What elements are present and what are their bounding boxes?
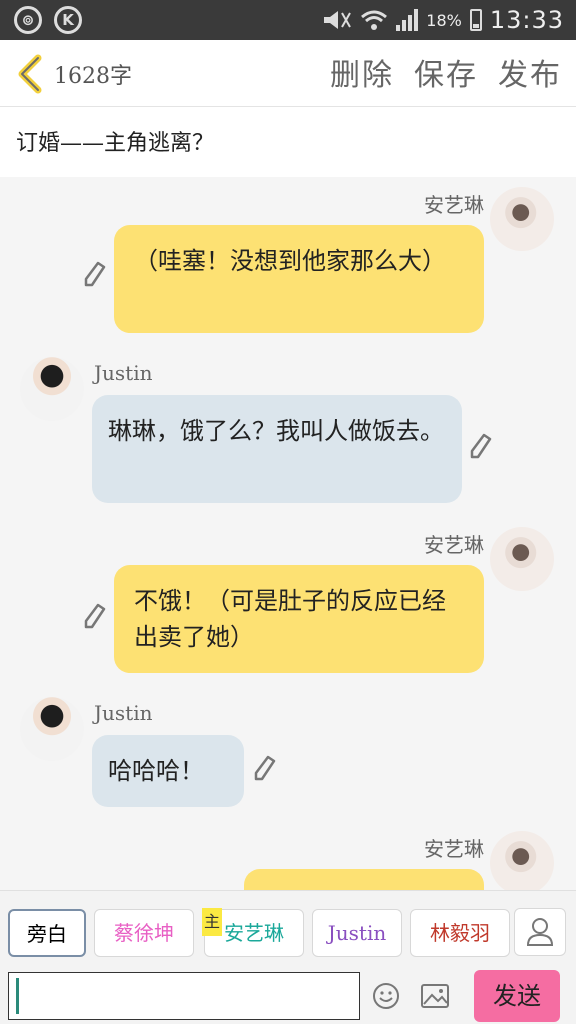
message-input[interactable]: [8, 972, 360, 1020]
text-caret: [16, 978, 19, 1014]
edit-pencil-icon[interactable]: [84, 603, 106, 629]
main-character-tag: 主: [202, 908, 222, 936]
save-button[interactable]: 保存: [414, 50, 478, 94]
speaker-name: Justin: [94, 361, 153, 385]
role-linyiyu[interactable]: 林毅羽: [410, 909, 510, 957]
avatar-anyilin[interactable]: [490, 527, 554, 591]
message-bubble[interactable]: （哇塞！没想到他家那么大）: [114, 225, 484, 333]
k-icon: K: [54, 6, 82, 34]
edit-pencil-icon[interactable]: [254, 755, 276, 781]
delete-button[interactable]: 删除: [330, 50, 394, 94]
compose-bar: 发送: [0, 970, 576, 1024]
message-bubble[interactable]: [244, 869, 484, 890]
message-bubble[interactable]: 不饿！（可是肚子的反应已经出卖了她）: [114, 565, 484, 673]
role-narrator[interactable]: 旁白: [8, 909, 86, 957]
emoji-icon[interactable]: [372, 982, 400, 1010]
status-bar: ⊚ K 18% 13:33: [0, 0, 576, 40]
person-icon: [526, 918, 554, 946]
message-bubble[interactable]: 琳琳，饿了么？我叫人做饭去。: [92, 395, 462, 503]
avatar-anyilin[interactable]: [490, 831, 554, 890]
story-title: 订婚——主角逃离？: [16, 131, 215, 156]
signal-icon: [396, 9, 419, 31]
edit-pencil-icon[interactable]: [470, 433, 492, 459]
role-caixukun[interactable]: 蔡徐坤: [94, 909, 194, 957]
story-title-bar[interactable]: 订婚——主角逃离？: [0, 107, 576, 177]
speaker-name: 安艺琳: [424, 193, 484, 217]
publish-button[interactable]: 发布: [498, 50, 562, 94]
avatar-justin[interactable]: [20, 357, 84, 421]
avatar-justin[interactable]: [20, 697, 84, 761]
mute-icon: [324, 11, 352, 29]
role-justin[interactable]: Justin: [312, 909, 402, 957]
speaker-name: 安艺琳: [424, 837, 484, 861]
editor-header: 1628字 删除 保存 发布: [0, 40, 576, 107]
back-chevron-icon[interactable]: [16, 54, 44, 94]
edit-pencil-icon[interactable]: [84, 261, 106, 287]
speaker-name: 安艺琳: [424, 533, 484, 557]
battery-percent: 18%: [426, 10, 462, 30]
send-button[interactable]: 发送: [474, 970, 560, 1022]
battery-icon: [469, 9, 482, 31]
message-bubble[interactable]: 哈哈哈！: [92, 735, 244, 807]
role-selector: 旁白 蔡徐坤 安艺琳 Justin 林毅羽: [0, 890, 576, 971]
word-count: 1628字: [54, 64, 132, 89]
weibo-icon: ⊚: [14, 6, 42, 34]
chat-area[interactable]: 安艺琳 （哇塞！没想到他家那么大） Justin 琳琳，饿了么？我叫人做饭去。 …: [0, 177, 576, 890]
avatar-anyilin[interactable]: [490, 187, 554, 251]
wifi-icon: [361, 10, 388, 30]
add-role-button[interactable]: [514, 908, 566, 956]
image-icon[interactable]: [420, 982, 450, 1010]
speaker-name: Justin: [94, 701, 153, 725]
clock: 13:33: [489, 6, 564, 34]
